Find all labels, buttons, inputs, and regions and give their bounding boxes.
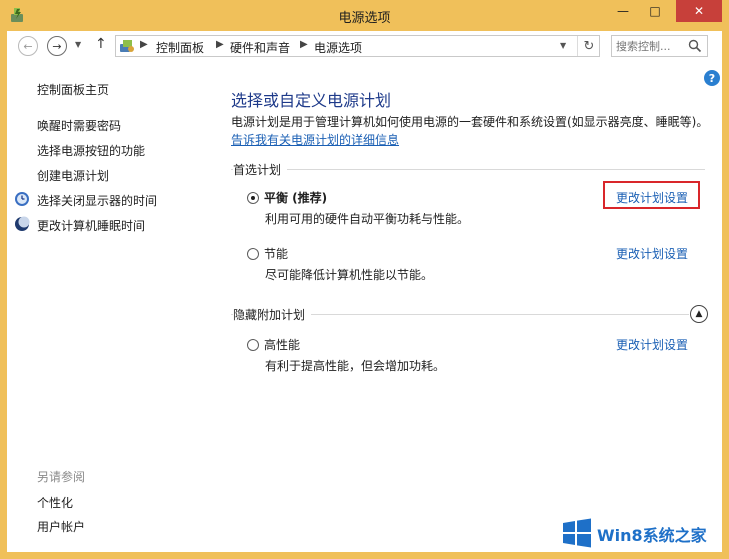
change-plan-settings-high-performance[interactable]: 更改计划设置 xyxy=(616,336,688,353)
watermark-text: Win8系统之家 xyxy=(597,526,707,545)
display-clock-icon xyxy=(15,192,29,206)
plan-name-balanced[interactable]: 平衡 (推荐) xyxy=(264,189,327,206)
preferred-plans-divider xyxy=(231,169,705,170)
minimize-button[interactable]: — xyxy=(608,0,638,22)
address-dropdown-icon[interactable]: ▼ xyxy=(560,41,566,50)
plan-desc-power-saver: 尽可能降低计算机性能以节能。 xyxy=(265,268,434,282)
breadcrumb-control-panel[interactable]: 控制面板 xyxy=(156,39,204,56)
address-row: ← → ▼ ↑ ▶ 控制面板 ▶ 硬件和声音 ▶ 电源选项 ▼ ↻ xyxy=(7,31,722,61)
help-icon[interactable]: ? xyxy=(704,70,720,86)
breadcrumb-hardware-sound[interactable]: 硬件和声音 xyxy=(230,39,290,56)
radio-high-performance[interactable] xyxy=(247,339,259,351)
minimize-icon: — xyxy=(617,4,629,18)
up-button[interactable]: ↑ xyxy=(95,36,107,52)
hidden-plans-label[interactable]: 隐藏附加计划 xyxy=(233,306,312,323)
close-icon: ✕ xyxy=(693,4,705,18)
breadcrumb-separator-icon: ▶ xyxy=(140,39,148,50)
chevron-up-icon: ▲ xyxy=(695,309,703,319)
watermark: Win8系统之家 xyxy=(553,515,723,551)
window-frame: 电源选项 — □ ✕ ← → ▼ ↑ ▶ 控制面板 ▶ 硬件和声音 ▶ 电源选项… xyxy=(0,0,729,559)
sidebar-item-display-off[interactable]: 选择关闭显示器的时间 xyxy=(37,192,157,209)
plan-desc-balanced: 利用可用的硬件自动平衡功耗与性能。 xyxy=(265,212,470,226)
collapse-hidden-plans-button[interactable]: ▲ xyxy=(690,305,708,323)
address-bar[interactable]: ▶ 控制面板 ▶ 硬件和声音 ▶ 电源选项 ▼ ↻ xyxy=(115,35,600,57)
search-icon[interactable] xyxy=(688,39,702,53)
see-also-user-accounts[interactable]: 用户帐户 xyxy=(37,518,85,535)
breadcrumb-power-options[interactable]: 电源选项 xyxy=(314,39,362,56)
sidebar-item-sleep-time[interactable]: 更改计算机睡眠时间 xyxy=(37,217,145,234)
breadcrumb-separator-icon: ▶ xyxy=(300,39,308,50)
see-also-heading: 另请参阅 xyxy=(37,470,86,484)
sidebar-item-power-button[interactable]: 选择电源按钮的功能 xyxy=(37,142,145,159)
power-plan-info-link[interactable]: 告诉我有关电源计划的详细信息 xyxy=(231,131,399,148)
refresh-icon: ↻ xyxy=(583,38,595,54)
back-button[interactable]: ← xyxy=(18,36,38,56)
radio-balanced[interactable] xyxy=(247,192,259,204)
preferred-plans-label: 首选计划 xyxy=(233,161,288,178)
change-plan-settings-power-saver[interactable]: 更改计划设置 xyxy=(616,245,688,262)
plan-desc-high-performance: 有利于提高性能，但会增加功耗。 xyxy=(265,359,446,373)
plan-name-power-saver[interactable]: 节能 xyxy=(264,245,288,262)
client-area: ← → ▼ ↑ ▶ 控制面板 ▶ 硬件和声音 ▶ 电源选项 ▼ ↻ 搜索控制..… xyxy=(7,31,722,552)
title-bar: 电源选项 — □ ✕ xyxy=(0,0,729,30)
sidebar-item-create-plan[interactable]: 创建电源计划 xyxy=(37,167,109,184)
page-description: 电源计划是用于管理计算机如何使用电源的一套硬件和系统设置(如显示器亮度、睡眠等)… xyxy=(231,115,709,129)
maximize-icon: □ xyxy=(649,4,661,18)
recent-pages-dropdown[interactable]: ▼ xyxy=(75,40,81,49)
highlight-annotation-box xyxy=(603,181,700,209)
page-title: 选择或自定义电源计划 xyxy=(231,91,392,110)
search-input[interactable] xyxy=(616,38,682,54)
close-button[interactable]: ✕ xyxy=(676,0,722,22)
see-also-personalization[interactable]: 个性化 xyxy=(37,494,73,511)
back-arrow-icon: ← xyxy=(23,39,33,53)
sleep-moon-icon xyxy=(15,216,30,231)
plan-name-high-performance[interactable]: 高性能 xyxy=(264,336,300,353)
radio-power-saver[interactable] xyxy=(247,248,259,260)
refresh-button[interactable]: ↻ xyxy=(577,36,600,56)
forward-arrow-icon: → xyxy=(52,39,62,53)
sidebar-item-wake-password[interactable]: 唤醒时需要密码 xyxy=(37,117,121,134)
search-box[interactable] xyxy=(611,35,708,57)
windows-logo-icon xyxy=(563,518,591,548)
forward-button[interactable]: → xyxy=(47,36,67,56)
maximize-button[interactable]: □ xyxy=(640,0,670,22)
control-panel-icon xyxy=(120,40,134,52)
breadcrumb-separator-icon: ▶ xyxy=(216,39,224,50)
sidebar-control-panel-home[interactable]: 控制面板主页 xyxy=(37,81,109,98)
